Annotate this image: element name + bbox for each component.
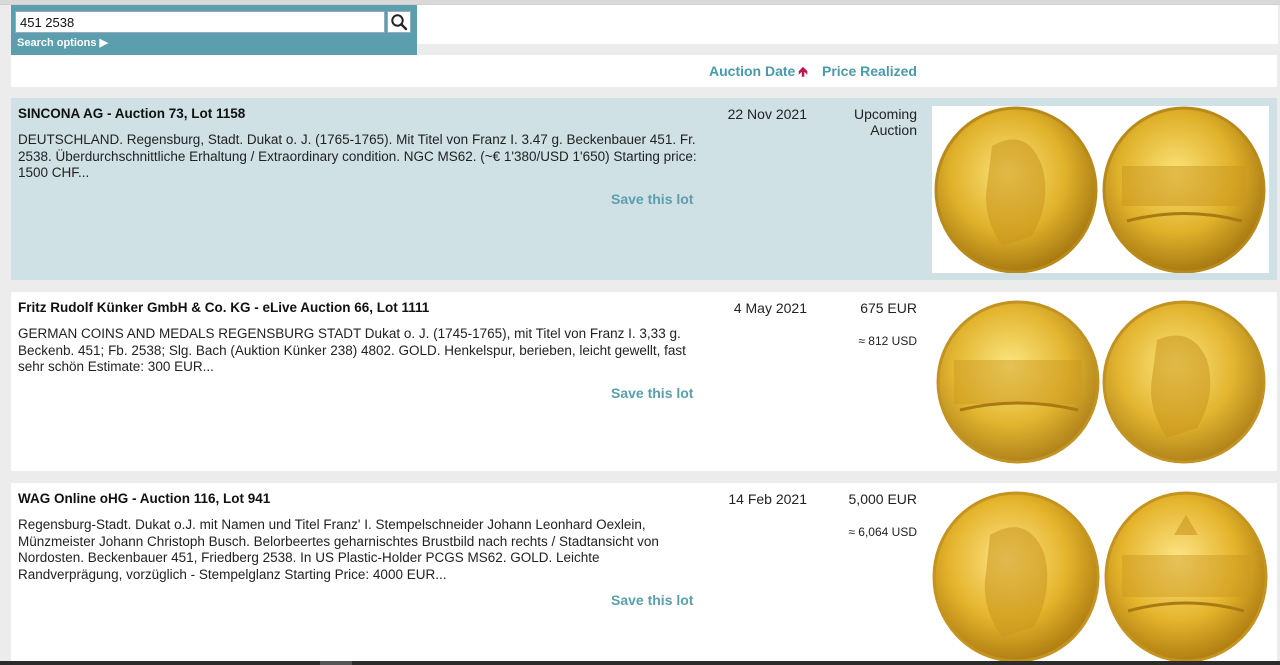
lot-row[interactable]: Fritz Rudolf Künker GmbH & Co. KG - eLiv… [11, 292, 1277, 471]
save-lot-link[interactable]: Save this lot [611, 191, 693, 207]
lot-image[interactable] [932, 300, 1269, 464]
lot-description: DEUTSCHLAND. Regensburg, Stadt. Dukat o.… [18, 132, 697, 180]
arrow-up-icon: 🡹 [798, 64, 808, 79]
lot-price: Upcoming Auction [853, 106, 917, 138]
lot-description: GERMAN COINS AND MEDALS REGENSBURG STADT… [18, 326, 686, 374]
sort-auction-date[interactable]: Auction Date 🡹 [709, 63, 808, 85]
lot-price-usd: ≈ 6,064 USD [848, 525, 917, 539]
sort-bar: Auction Date 🡹 Price Realized [11, 55, 1277, 87]
lot-title[interactable]: SINCONA AG - Auction 73, Lot 1158 [18, 106, 245, 121]
sort-price-realized[interactable]: Price Realized [822, 63, 917, 79]
save-lot-link[interactable]: Save this lot [611, 385, 693, 401]
taskbar-segment [320, 661, 352, 665]
magnifier-icon [391, 14, 408, 31]
lot-image[interactable] [932, 106, 1269, 273]
lot-title[interactable]: Fritz Rudolf Künker GmbH & Co. KG - eLiv… [18, 300, 429, 315]
lot-row[interactable]: SINCONA AG - Auction 73, Lot 1158 DEUTSC… [11, 98, 1277, 280]
search-options-link[interactable]: Search options ▶ [17, 36, 108, 49]
search-button[interactable] [387, 11, 411, 33]
lot-date: 14 Feb 2021 [728, 491, 807, 507]
lot-row[interactable]: WAG Online oHG - Auction 116, Lot 941 Re… [11, 483, 1277, 665]
sort-auction-date-label: Auction Date [709, 63, 796, 79]
lot-image[interactable] [932, 491, 1269, 663]
lot-title[interactable]: WAG Online oHG - Auction 116, Lot 941 [18, 491, 270, 506]
search-input[interactable] [15, 11, 385, 33]
taskbar-strip [0, 661, 1280, 665]
lot-date: 22 Nov 2021 [727, 106, 807, 122]
lot-date: 4 May 2021 [733, 300, 807, 316]
lot-description: Regensburg-Stadt. Dukat o.J. mit Namen u… [18, 517, 659, 582]
lot-price: 5,000 EUR [848, 491, 917, 507]
lot-price: 675 EUR [860, 300, 917, 316]
search-panel: Search options ▶ [11, 5, 417, 57]
lot-price-usd: ≈ 812 USD [858, 334, 917, 348]
header-blank [417, 5, 1278, 44]
save-lot-link[interactable]: Save this lot [611, 592, 693, 608]
